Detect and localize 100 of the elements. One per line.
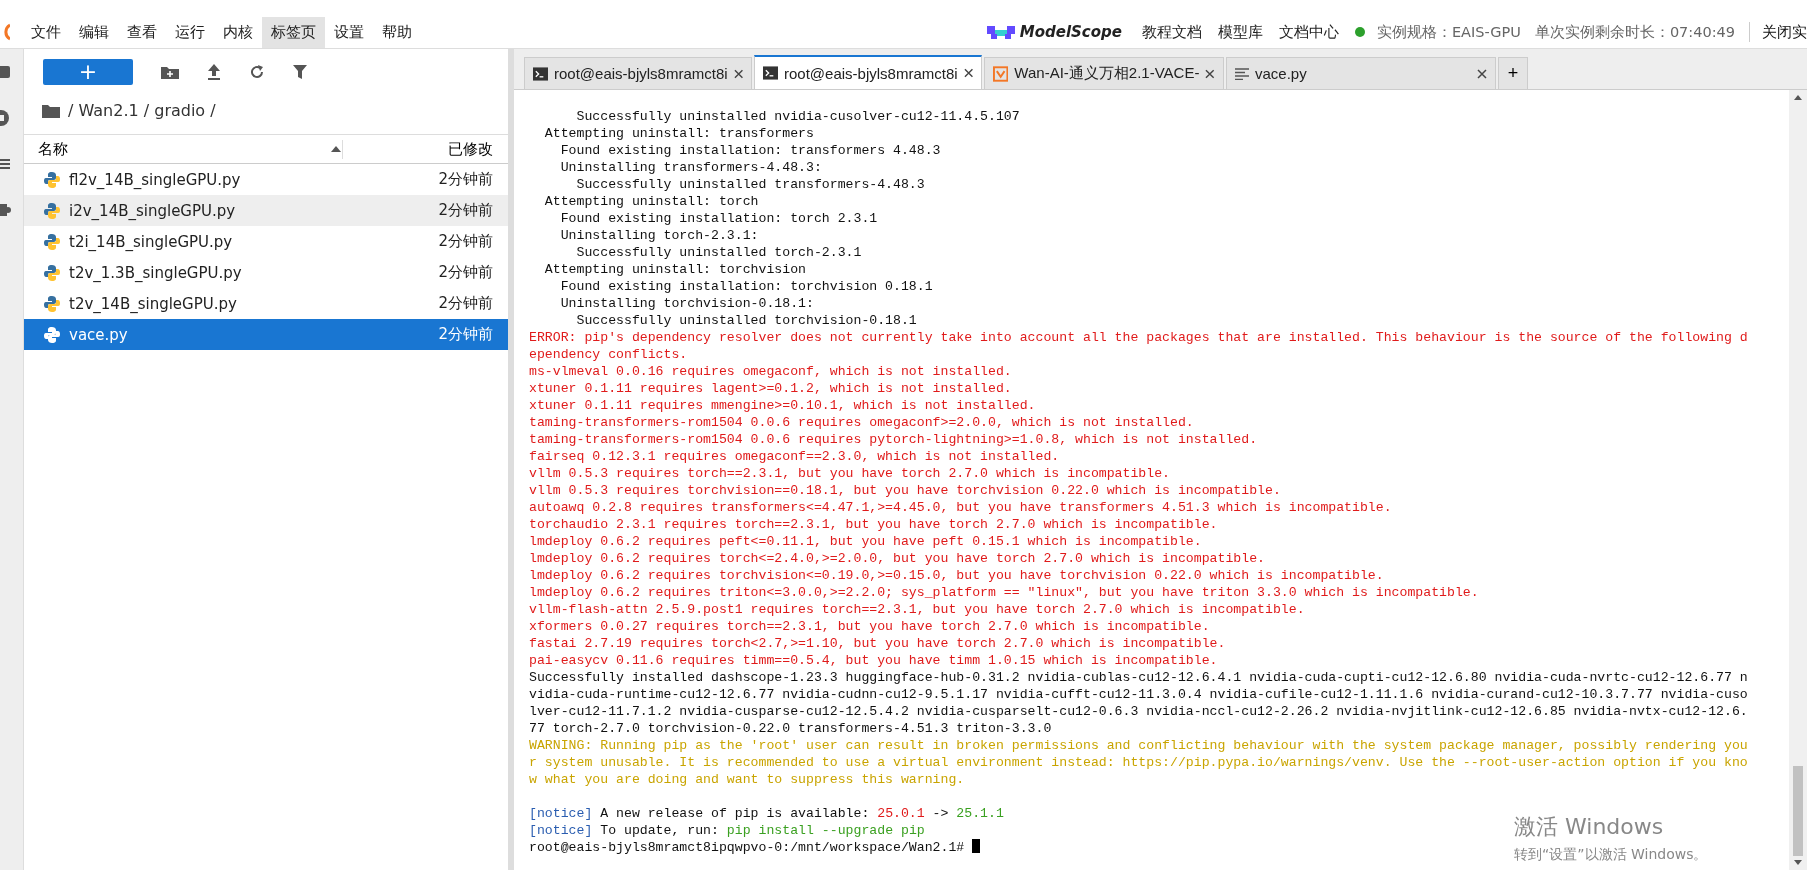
modified-time: 2分钟前: [438, 325, 493, 344]
folder-icon: [42, 103, 60, 118]
terminal-line: fastai 2.7.19 requires torch<2.7,>=1.10, but you have torch 2.7.0 which is incompatible.: [529, 635, 1226, 652]
tab[interactable]: vace.py: [1226, 57, 1496, 89]
close-icon[interactable]: [733, 68, 743, 79]
file-name: vace.py: [69, 325, 129, 344]
terminal-icon: [763, 66, 778, 80]
terminal-line: Uninstalling torch-2.3.1:: [559, 227, 759, 244]
file-row[interactable]: t2i_14B_singleGPU.py 2分钟前: [24, 226, 508, 257]
terminal-line: xtuner 0.1.11 requires lagent>=0.1.2, which is not installed.: [529, 380, 1012, 397]
shell-prompt: root@eais-bjyls8mramct8ipqwpvo-0:/mnt/workspace/Wan2.1#: [529, 840, 966, 855]
terminal-line: fairseq 0.12.3.1 requires omegaconf==2.3.0, which is not installed.: [529, 448, 1060, 465]
menu-item[interactable]: 帮助: [373, 16, 421, 48]
menu-item[interactable]: 运行: [166, 16, 214, 48]
terminal-line: 77 torch-2.7.0 torchvision-0.22.0 transformers-4.51.3 triton-3.3.0: [529, 720, 1052, 737]
upload-icon[interactable]: [207, 64, 221, 80]
modified-time: 2分钟前: [438, 232, 493, 251]
terminal-line: Successfully uninstalled transformers-4.48.3: [575, 176, 925, 193]
terminal-line: vllm 0.5.3 requires torchvision==0.18.1, but you have torchvision 0.22.0 which is incompatible.: [529, 482, 1281, 499]
python-file-icon: [43, 294, 61, 313]
new-launcher-button[interactable]: +: [43, 59, 133, 85]
terminal-line: torchaudio 2.3.1 requires torch==2.3.1, but you have torch 2.7.0 which is incompatible.: [529, 516, 1218, 533]
scroll-down-icon[interactable]: [1793, 860, 1803, 866]
menu-item[interactable]: 设置: [325, 16, 373, 48]
file-row[interactable]: vace.py 2分钟前: [24, 319, 508, 350]
scrollbar-thumb[interactable]: [1793, 766, 1803, 856]
refresh-icon[interactable]: [249, 64, 265, 80]
menu-item[interactable]: 编辑: [70, 16, 118, 48]
terminal-line: Found existing installation: torchvision 0.18.1: [559, 278, 933, 295]
terminal-line: vllm-flash-attn 2.5.9.post1 requires torch==2.3.1, but you have torch 2.7.0 which is incompatible.: [529, 601, 1305, 618]
terminal-line: taming-transformers-rom1504 0.0.6 requires omegaconf>=2.0.0, which is not installed.: [529, 414, 1194, 431]
terminal-line: w what you are doing and want to suppress this warning.: [529, 771, 965, 788]
top-link[interactable]: 教程文档: [1141, 22, 1202, 42]
terminal-line: vidia-cuda-runtime-cu12-12.6.77 nvidia-cudnn-cu12-9.5.1.17 nvidia-cufft-cu12-11.3.0.4 nvidia-cufile-cu12-1.11.1.6 nvidia-curand-cu12-10.3.7.77 nvidia-cuso: [529, 686, 1748, 703]
file-name: fl2v_14B_singleGPU.py: [69, 170, 242, 189]
modified-time: 2分钟前: [438, 294, 493, 313]
terminal-line: vllm 0.5.3 requires torch==2.3.1, but you have torch 2.7.0 which is incompatible.: [529, 465, 1171, 482]
python-file-icon: [43, 232, 61, 251]
time-remaining: 单次实例剩余时长：07:40:49: [1534, 22, 1735, 42]
tab[interactable]: Wan-AI-通义万相2.1-VACE-: [984, 57, 1224, 89]
status-dot-icon: [1354, 27, 1365, 37]
scrollbar[interactable]: [1789, 90, 1807, 870]
tab[interactable]: root@eais-bjyls8mramct8i: [754, 55, 982, 89]
file-name: t2v_14B_singleGPU.py: [69, 294, 238, 313]
terminal-line: [notice] A new release of pip is available: 25.0.1 -> 25.1.1: [529, 805, 1004, 822]
menu-item[interactable]: 查看: [118, 16, 166, 48]
text-file-icon: [1235, 67, 1249, 80]
modified-time: 2分钟前: [438, 263, 493, 282]
terminal-line: xtuner 0.1.11 requires mmengine>=0.10.1, which is not installed.: [529, 397, 1036, 414]
close-instance-button[interactable]: 关闭实: [1762, 22, 1807, 42]
terminal-line: autoawq 0.2.8 requires transformers<=4.47.1,>=4.45.0, but you have transformers 4.51.3 which is incompatible.: [529, 499, 1392, 516]
close-icon[interactable]: [1477, 68, 1487, 79]
python-file-icon: [43, 201, 61, 220]
file-name: t2v_1.3B_singleGPU.py: [69, 263, 243, 282]
brand-name: ModelScope: [1019, 23, 1122, 41]
terminal-line: lmdeploy 0.6.2 requires peft<=0.11.1, but you have peft 0.15.1 which is incompatible.: [529, 533, 1202, 550]
terminal-line: [notice] To update, run: pip install --upgrade pip: [529, 822, 925, 839]
close-icon[interactable]: [963, 68, 973, 78]
terminal-icon: [533, 66, 548, 81]
new-tab-button[interactable]: +: [1498, 57, 1528, 89]
terminal-line: lver-cu12-11.7.1.2 nvidia-cusparse-cu12-12.5.4.2 nvidia-cusparselt-cu12-0.6.3 nvidia-nccl-cu12-2.26.2 nvidia-nvjitlink-cu12-12.6.85 nvidia-nvtx-cu12-12.6.: [529, 703, 1748, 720]
menu-item[interactable]: 标签页: [262, 16, 325, 48]
terminal-line: xformers 0.0.27 requires torch==2.3.1, but you have torch 2.7.0 which is incompatible.: [529, 618, 1210, 635]
file-row[interactable]: i2v_14B_singleGPU.py 2分钟前: [24, 195, 508, 226]
terminal-line: Found existing installation: transformers 4.48.3: [559, 142, 941, 159]
terminal-line: Uninstalling transformers-4.48.3:: [559, 159, 822, 176]
new-folder-icon[interactable]: [161, 65, 179, 79]
terminal-line: Successfully uninstalled nvidia-cusolver-cu12-11.4.5.107: [575, 108, 1020, 125]
python-file-icon: [43, 325, 61, 344]
terminal-line: Attempting uninstall: torch: [543, 193, 759, 210]
terminal-line: lmdeploy 0.6.2 requires torch<=2.4.0,>=2.0.0, but you have torch 2.7.0 which is incompatible.: [529, 550, 1265, 567]
terminal-line: lmdeploy 0.6.2 requires torchvision<=0.19.0,>=0.15.0, but you have torchvision 0.22.0 which is incompatible.: [529, 567, 1384, 584]
close-icon[interactable]: [1205, 68, 1215, 79]
file-row[interactable]: t2v_14B_singleGPU.py 2分钟前: [24, 288, 508, 319]
python-file-icon: [43, 170, 61, 189]
terminal-line: Successfully uninstalled torchvision-0.18.1: [575, 312, 917, 329]
sort-ascending-icon[interactable]: [330, 145, 342, 153]
terminal-line: Successfully uninstalled torch-2.3.1: [575, 244, 862, 261]
menu-item[interactable]: 内核: [214, 16, 262, 48]
terminal-line: Found existing installation: torch 2.3.1: [559, 210, 878, 227]
terminal-line: Uninstalling torchvision-0.18.1:: [559, 295, 814, 312]
column-header[interactable]: 名称: [38, 139, 330, 159]
terminal-line: Successfully installed dashscope-1.23.3 huggingface-hub-0.31.2 nvidia-cublas-cu12-12.6.4.1 nvidia-cuda-cupti-cu12-12.6.80 nvidia-cuda-nvrtc-cu12-12.6.77 n: [529, 669, 1748, 686]
terminal-line: ependency conflicts.: [529, 346, 688, 363]
cursor: [972, 839, 981, 853]
tab[interactable]: root@eais-bjyls8mramct8i: [524, 57, 752, 89]
breadcrumb[interactable]: / Wan2.1 / gradio /: [68, 101, 216, 120]
terminal-line: ERROR: pip's dependency resolver does not currently take into account all the packages that are installed. This behaviour is the source of the following d: [529, 329, 1748, 346]
column-header[interactable]: 已修改: [342, 139, 493, 159]
file-row[interactable]: fl2v_14B_singleGPU.py 2分钟前: [24, 164, 508, 195]
filter-icon[interactable]: [293, 64, 307, 80]
top-link[interactable]: 模型库: [1217, 22, 1263, 42]
top-link[interactable]: 文档中心: [1278, 22, 1339, 42]
terminal-line: ms-vlmeval 0.0.16 requires omegaconf, which is not installed.: [529, 363, 1012, 380]
file-row[interactable]: t2v_1.3B_singleGPU.py 2分钟前: [24, 257, 508, 288]
menu-item[interactable]: 文件: [22, 16, 70, 48]
file-name: t2i_14B_singleGPU.py: [69, 232, 234, 251]
scroll-up-icon[interactable]: [1793, 94, 1803, 100]
terminal-line: pai-easycv 0.11.6 requires timm==0.5.4, but you have timm 1.0.15 which is incompatible.: [529, 652, 1218, 669]
terminal-line: Attempting uninstall: torchvision: [543, 261, 806, 278]
